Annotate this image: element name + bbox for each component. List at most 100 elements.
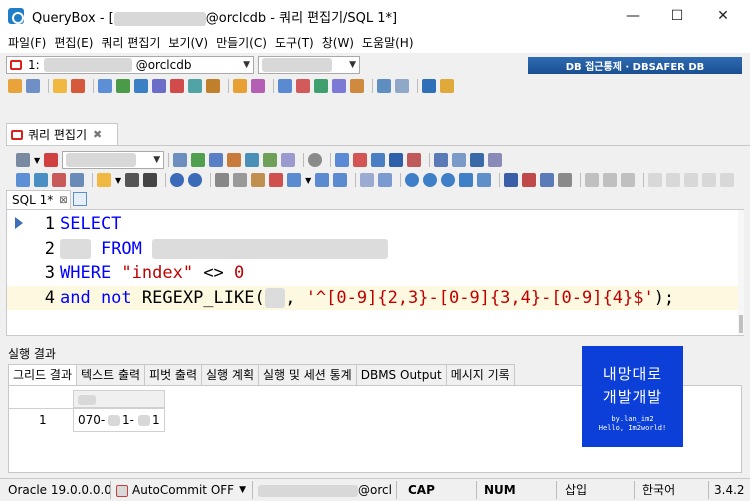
close-sql-icon[interactable] <box>52 173 66 187</box>
disconnect-icon[interactable] <box>26 79 40 93</box>
procedure-icon[interactable] <box>206 79 220 93</box>
sql-editor[interactable]: 1 SELECT 2 FROM 3 WHERE "index" <> 0 4 and no… <box>6 209 744 336</box>
gear-icon[interactable] <box>16 153 30 167</box>
abc-icon[interactable] <box>389 153 404 167</box>
message-add-icon[interactable] <box>603 173 618 187</box>
flag-clear-icon[interactable] <box>558 173 573 187</box>
options-icon[interactable] <box>422 79 436 93</box>
new-icon[interactable] <box>71 79 85 93</box>
commit-icon[interactable] <box>335 153 350 167</box>
split-icon[interactable] <box>488 153 503 167</box>
message-del-icon[interactable] <box>621 173 636 187</box>
layout-icon[interactable] <box>395 79 409 93</box>
tab-dbms-output[interactable]: DBMS Output <box>356 364 447 386</box>
delete-icon[interactable] <box>269 173 284 187</box>
menu-view[interactable]: 보기(V) <box>166 33 214 53</box>
execute-script-icon[interactable] <box>209 153 224 167</box>
open-icon[interactable] <box>53 79 67 93</box>
abc-lower-icon[interactable] <box>666 173 681 187</box>
find-prev-icon[interactable] <box>441 173 456 187</box>
rollback-icon[interactable] <box>353 153 368 167</box>
find-next-icon[interactable] <box>423 173 438 187</box>
columns-icon[interactable] <box>452 153 467 167</box>
trace-icon[interactable] <box>245 153 260 167</box>
window-icon[interactable] <box>377 79 391 93</box>
code-line[interactable]: 4 and not REGEXP_LIKE( , '^[0-9]{2,3}-[0-… <box>7 285 743 310</box>
export-icon[interactable] <box>350 79 364 93</box>
menu-create[interactable]: 만들기(C) <box>214 33 273 53</box>
abc-cap-icon[interactable] <box>684 173 699 187</box>
save-icon[interactable] <box>143 173 158 187</box>
copy-icon[interactable] <box>233 173 248 187</box>
result-cell[interactable]: 070- 1- 1 <box>73 408 165 432</box>
flag-icon[interactable] <box>504 173 519 187</box>
tab-query-editor[interactable]: 쿼리 편집기 ✖ <box>6 123 118 145</box>
menu-query-editor[interactable]: 쿼리 편집기 <box>99 33 166 53</box>
view-icon[interactable] <box>116 79 130 93</box>
undo-icon[interactable] <box>170 173 185 187</box>
paste-icon[interactable] <box>251 173 266 187</box>
tab-explain-plan[interactable]: 실행 계획 <box>202 364 259 386</box>
cut-icon[interactable] <box>215 173 230 187</box>
abc-toggle-icon[interactable] <box>702 173 717 187</box>
goto-line-icon[interactable] <box>477 173 492 187</box>
outdent-icon[interactable] <box>378 173 393 187</box>
pin-icon[interactable] <box>470 153 485 167</box>
minimize-button[interactable]: — <box>610 0 656 32</box>
tab-grid-result[interactable]: 그리드 결과 <box>8 364 78 386</box>
tab-session-stats[interactable]: 실행 및 세션 통계 <box>259 364 357 386</box>
new-sql-icon[interactable] <box>16 173 30 187</box>
redo-icon[interactable] <box>188 173 203 187</box>
menu-file[interactable]: 파일(F) <box>6 33 52 53</box>
replace-icon[interactable] <box>371 153 386 167</box>
role-icon[interactable] <box>251 79 265 93</box>
save-as-icon[interactable] <box>125 173 140 187</box>
menu-tools[interactable]: 도구(T) <box>273 33 320 53</box>
tab-message-log[interactable]: 메시지 기록 <box>446 364 515 386</box>
menu-window[interactable]: 창(W) <box>320 33 360 53</box>
connection-select[interactable]: 1: @orclcdb ▼ <box>6 56 254 74</box>
user-icon[interactable] <box>233 79 247 93</box>
abc-other-icon[interactable] <box>720 173 735 187</box>
search-icon[interactable] <box>405 173 420 187</box>
format-icon[interactable] <box>263 153 278 167</box>
table-icon[interactable] <box>98 79 112 93</box>
replace-text-icon[interactable] <box>459 173 474 187</box>
close-icon[interactable]: ✖ <box>93 128 102 141</box>
menu-edit[interactable]: 편집(E) <box>52 33 99 53</box>
flag-next-icon[interactable] <box>540 173 555 187</box>
autocommit-toggle[interactable]: AutoCommit OFF ▼ <box>116 482 246 499</box>
copy-sql-icon[interactable] <box>34 173 48 187</box>
connect-icon[interactable] <box>8 79 22 93</box>
add-sql-tab-icon[interactable] <box>73 192 87 206</box>
code-line[interactable]: 2 FROM <box>7 237 743 261</box>
message-icon[interactable] <box>585 173 600 187</box>
menu-help[interactable]: 도움말(H) <box>360 33 420 53</box>
monitor-icon[interactable] <box>314 79 328 93</box>
search-icon[interactable] <box>134 79 148 93</box>
uncomment-icon[interactable] <box>333 173 348 187</box>
tab-pivot-output[interactable]: 피벗 출력 <box>145 364 203 386</box>
execute-all-icon[interactable] <box>191 153 206 167</box>
abc-upper-icon[interactable] <box>648 173 663 187</box>
comment-icon[interactable] <box>315 173 330 187</box>
tab-text-output[interactable]: 텍스트 출력 <box>77 364 146 386</box>
sequence-icon[interactable] <box>170 79 184 93</box>
maximize-button[interactable]: ☐ <box>654 0 700 32</box>
schema-select[interactable]: ▼ <box>258 56 360 74</box>
code-line[interactable]: 1 SELECT <box>7 212 743 236</box>
synonym-icon[interactable] <box>188 79 202 93</box>
lock-icon[interactable] <box>296 79 310 93</box>
indent-icon[interactable] <box>360 173 375 187</box>
stop-icon[interactable] <box>308 153 323 167</box>
folder-open-icon[interactable] <box>97 173 111 187</box>
flag-red-icon[interactable] <box>522 173 537 187</box>
index-icon[interactable] <box>152 79 166 93</box>
describe-icon[interactable] <box>281 153 296 167</box>
tab-sql-1[interactable]: SQL 1* ⊠ <box>6 190 71 209</box>
select-all-icon[interactable] <box>287 173 302 187</box>
execute-icon[interactable] <box>173 153 188 167</box>
stats-icon[interactable] <box>332 79 346 93</box>
clone-icon[interactable] <box>70 173 84 187</box>
bookmark-icon[interactable] <box>407 153 422 167</box>
